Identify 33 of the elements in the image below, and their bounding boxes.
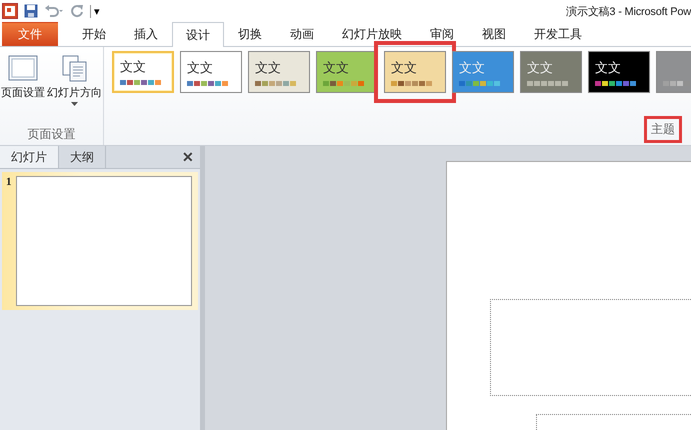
theme-thumbnail[interactable]: 文文 xyxy=(180,51,242,93)
app-logo-icon[interactable] xyxy=(2,3,18,19)
ribbon-tab[interactable]: 开始 xyxy=(68,22,120,46)
ribbon-tab[interactable]: 开发工具 xyxy=(520,22,596,46)
panel-tab[interactable]: 幻灯片 xyxy=(0,146,59,168)
theme-thumbnail[interactable]: 文文 xyxy=(384,51,446,93)
group-label: 页面设置 xyxy=(28,126,76,142)
ribbon-tab[interactable]: 审阅 xyxy=(416,22,468,46)
page-setup-button[interactable]: 页面设置 xyxy=(0,55,46,123)
ribbon-tab[interactable]: 幻灯片放映 xyxy=(328,22,416,46)
page-setup-icon xyxy=(8,55,38,83)
group-label: 主题 xyxy=(644,116,682,143)
theme-thumbnail[interactable]: 文文 xyxy=(112,51,174,93)
customize-menu-button[interactable]: ▾ xyxy=(90,4,100,18)
window-title: 演示文稿3 - Microsoft Pow xyxy=(566,4,691,18)
close-button[interactable]: ✕ xyxy=(182,146,194,168)
ribbon-tab[interactable]: 切换 xyxy=(224,22,276,46)
file-menu-tab[interactable]: 文件 xyxy=(2,22,58,46)
theme-thumbnail[interactable]: 文文 xyxy=(520,51,582,93)
save-icon[interactable] xyxy=(24,4,38,18)
slides-stack-icon xyxy=(60,55,88,83)
redo-icon[interactable] xyxy=(70,4,84,18)
ribbon-tab[interactable]: 插入 xyxy=(120,22,172,46)
ribbon-tab[interactable]: 视图 xyxy=(468,22,520,46)
slide-number: 1 xyxy=(6,176,12,190)
theme-thumbnail[interactable]: 文文 xyxy=(588,51,650,93)
ribbon-tab[interactable]: 动画 xyxy=(276,22,328,46)
theme-thumbnail[interactable]: 文文 xyxy=(248,51,310,93)
undo-icon[interactable] xyxy=(44,4,64,18)
ribbon-tab[interactable]: 设计 xyxy=(172,22,224,47)
panel-tab[interactable]: 大纲 xyxy=(59,146,106,168)
slide-list-item[interactable]: 1 xyxy=(2,172,198,310)
slide-orientation-button[interactable]: 幻灯片方向 xyxy=(46,55,103,123)
